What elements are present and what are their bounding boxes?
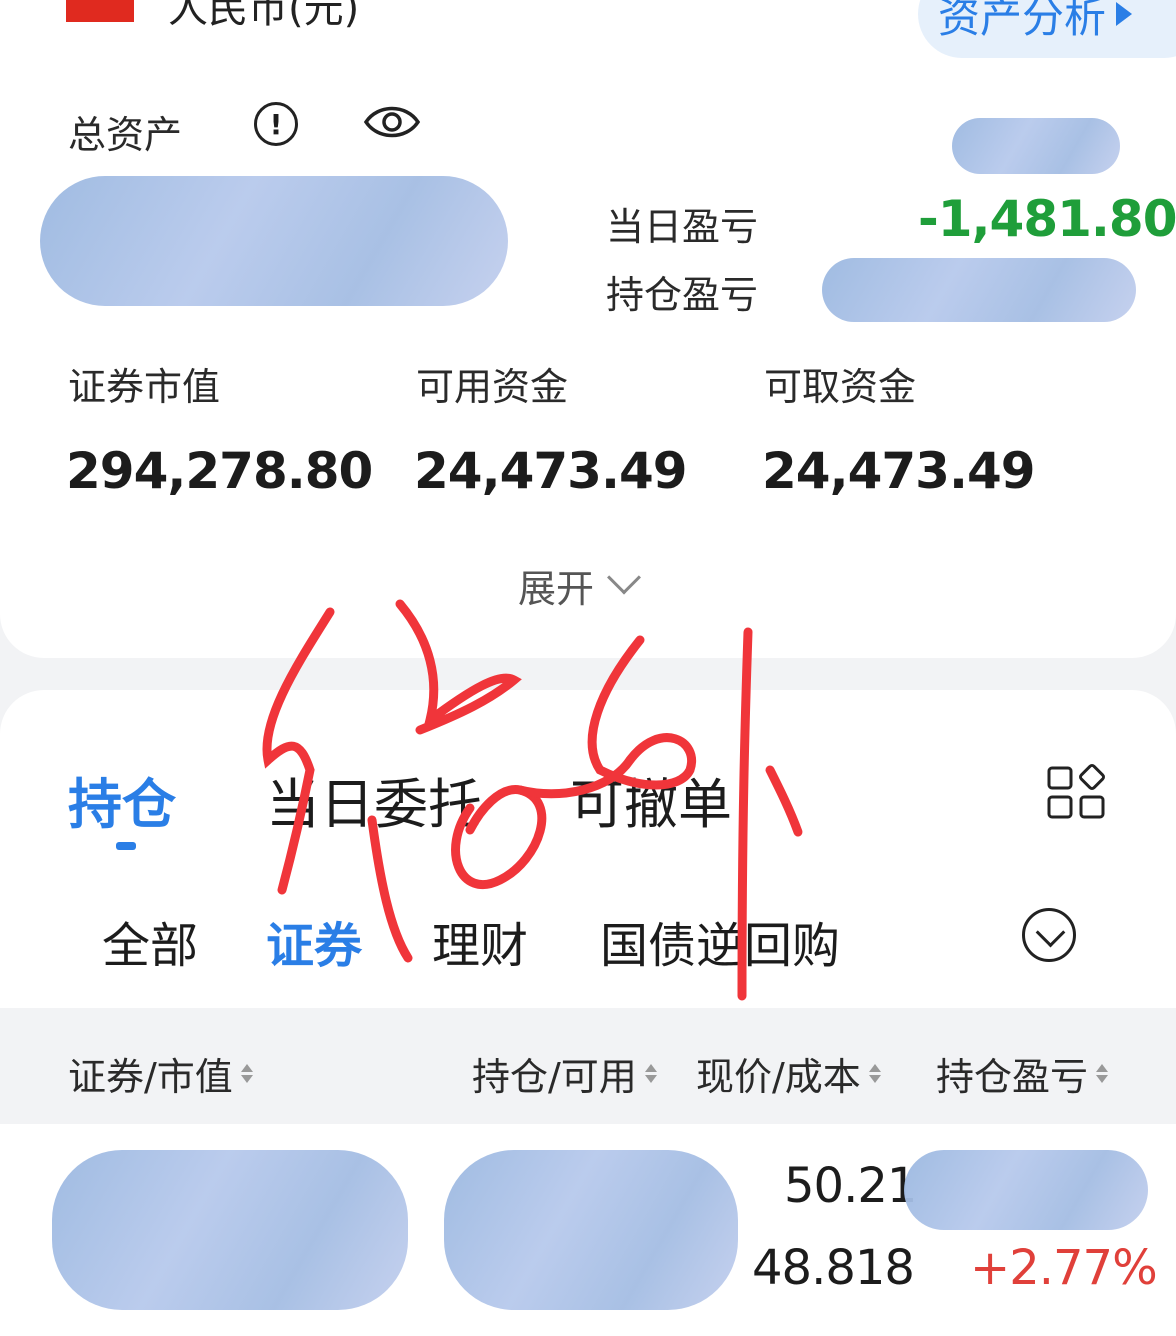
redacted-position [444,1150,738,1310]
position-pl-label: 持仓盈亏 [606,273,759,317]
withdrawable-funds-label: 可取资金 [764,365,917,409]
asset-analysis-label: 资产分析 [938,0,1107,42]
column-header-position-label: 持仓/可用 [472,1055,637,1099]
subtab-reverse-repo[interactable]: 国债逆回购 [600,906,840,976]
subtab-all[interactable]: 全部 [102,906,198,976]
expand-label: 展开 [518,567,595,611]
available-funds-value: 24,473.49 [414,442,688,500]
more-subtabs-chevron-icon[interactable] [1022,908,1076,962]
expand-button[interactable]: 展开 [518,558,641,613]
cost-price: 48.818 [752,1240,915,1296]
column-header-price-label: 现价/成本 [696,1055,861,1099]
sort-icon [240,1064,253,1083]
currency-flag-icon [66,0,134,22]
column-header-price[interactable]: 现价/成本 [696,1046,881,1101]
redacted-position-pl-amount [904,1150,1148,1230]
daily-pl-label: 当日盈亏 [606,205,759,249]
sort-icon [644,1064,657,1083]
subtab-securities[interactable]: 证券 [266,906,362,976]
securities-value-label: 证券市值 [68,365,221,409]
column-header-security-label: 证券/市值 [68,1055,233,1099]
securities-value: 294,278.80 [66,442,373,500]
sort-icon [868,1064,881,1083]
column-header-position[interactable]: 持仓/可用 [472,1046,657,1101]
sort-icon [1096,1064,1109,1083]
redacted-daily-pl-pct [952,118,1120,174]
active-tab-indicator [116,842,136,850]
chevron-down-icon [607,560,641,594]
total-assets-label: 总资产 [68,113,183,157]
currency-label: 人民币(元) [168,0,360,32]
triangle-right-icon [1116,2,1133,26]
column-header-security[interactable]: 证券/市值 [68,1046,253,1101]
available-funds-label: 可用资金 [416,365,569,409]
tab-holdings[interactable]: 持仓 [68,760,176,839]
grid-apps-icon[interactable] [1046,764,1108,822]
asset-analysis-button[interactable]: 资产分析 [918,0,1176,58]
position-pl-percent: +2.77% [970,1240,1158,1296]
redacted-security-name [52,1150,408,1310]
current-price: 50.21 [784,1158,917,1214]
withdrawable-funds-value: 24,473.49 [762,442,1036,500]
column-header-pl-label: 持仓盈亏 [936,1055,1089,1099]
tab-cancelable-orders[interactable]: 可撤单 [570,760,732,839]
tab-today-orders[interactable]: 当日委托 [266,760,482,839]
eye-icon[interactable] [362,100,422,144]
subtab-wealth[interactable]: 理财 [432,906,528,976]
redacted-position-pl [822,258,1136,322]
info-icon[interactable]: ! [254,102,298,146]
redacted-total-assets [40,176,508,306]
column-header-pl[interactable]: 持仓盈亏 [936,1046,1109,1101]
daily-pl-value: -1,481.80 [918,190,1176,248]
